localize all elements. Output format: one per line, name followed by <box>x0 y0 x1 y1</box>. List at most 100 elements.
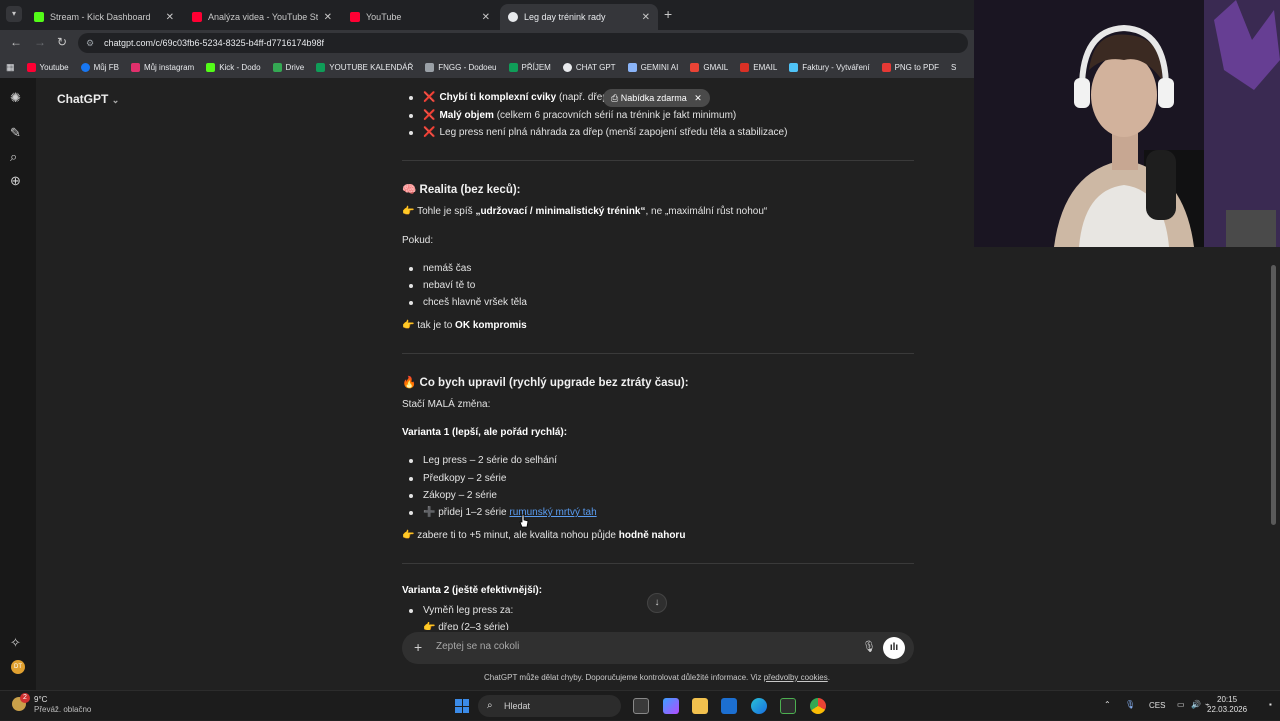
address-bar[interactable]: ⚙ chatgpt.com/c/69c03fb6-5234-8325-b4ff-… <box>78 33 968 53</box>
task-view-icon[interactable] <box>633 698 649 714</box>
bookmark-fb[interactable]: Můj FB <box>75 62 125 72</box>
bullet <box>409 459 413 463</box>
apps-grid-icon[interactable]: ▦ <box>0 62 21 73</box>
variant-title: Varianta 2 (ještě efektivnější): <box>402 585 543 596</box>
model-selector[interactable]: ChatGPT ⌄ <box>57 92 119 106</box>
invoice-icon <box>789 62 799 72</box>
list-item: ➕ přidej 1–2 série rumunský mrtvý tah <box>423 507 597 518</box>
bookmark-fngg[interactable]: FNGG - Dodoeu <box>419 62 502 72</box>
close-tab-icon[interactable]: ✕ <box>166 12 174 23</box>
attach-plus-icon[interactable]: + <box>414 639 422 655</box>
gemini-icon <box>627 62 637 72</box>
new-chat-icon[interactable]: ✎ <box>10 125 21 141</box>
bookmark-email[interactable]: EMAIL <box>734 62 783 72</box>
prompt-input[interactable] <box>436 641 836 652</box>
cookie-preferences-link[interactable]: předvolby cookies <box>764 673 828 682</box>
microphone-icon[interactable]: 🎙 <box>862 640 876 653</box>
facebook-icon <box>80 62 90 72</box>
close-icon[interactable]: ✕ <box>694 93 702 103</box>
copilot-icon[interactable] <box>663 698 679 714</box>
bookmark-kick[interactable]: Kick - Dodo <box>200 62 266 72</box>
terminal-icon[interactable] <box>780 698 796 714</box>
youtube-icon <box>26 62 36 72</box>
library-icon[interactable]: ⊕ <box>10 173 21 189</box>
streamer-figure <box>974 0 1280 247</box>
bookmark-faktury[interactable]: Faktury - Vytváření <box>783 62 875 72</box>
free-offer-pill[interactable]: ⎙ Nabídka zdarma ✕ <box>603 89 710 107</box>
outlook-icon[interactable] <box>721 698 737 714</box>
chevron-up-icon[interactable]: ⌃ <box>1104 700 1111 709</box>
openai-logo-icon[interactable]: ✺ <box>10 90 21 106</box>
bookmark-youtube[interactable]: Youtube <box>21 62 75 72</box>
list-item: Leg press – 2 série do selhání <box>423 455 557 466</box>
microphone-icon[interactable]: 🎙 <box>1125 700 1135 709</box>
list-item: chceš hlavně vršek těla <box>423 297 527 308</box>
section-heading-upgrade: 🔥 Co bych upravil (rychlý upgrade bez zt… <box>402 377 689 389</box>
pointing-hand-icon: 👉 <box>402 320 415 331</box>
tab-youtube-studio[interactable]: Analýza videa - YouTube Studio ✕ <box>184 4 340 30</box>
bookmark-prijem[interactable]: PŘÍJEM <box>503 62 557 72</box>
clock[interactable]: 20:15 22.03.2026 <box>1207 695 1247 715</box>
bookmark-instagram[interactable]: Můj instagram <box>125 62 200 72</box>
bookmarks-bar: ▦ Youtube Můj FB Můj instagram Kick - Do… <box>0 56 975 78</box>
bullet <box>409 131 413 135</box>
scrollbar[interactable] <box>1271 265 1276 525</box>
message-composer: + 🎙 ılı <box>402 632 914 664</box>
sparkle-icon[interactable]: ✧ <box>10 635 21 651</box>
list-item: nebaví tě to <box>423 280 476 291</box>
tab-kick-dashboard[interactable]: Stream - Kick Dashboard ✕ <box>26 4 182 30</box>
edge-icon[interactable] <box>751 698 767 714</box>
close-tab-icon[interactable]: ✕ <box>642 12 650 23</box>
tab-youtube[interactable]: YouTube ✕ <box>342 4 498 30</box>
bullet <box>409 494 413 498</box>
youtube-studio-favicon-icon <box>192 12 202 22</box>
network-icon[interactable]: ▭ <box>1177 700 1185 709</box>
new-tab-plus-icon[interactable]: + <box>664 6 672 22</box>
list-item: ❌ Malý objem (celkem 6 pracovních sérií n… <box>423 110 737 121</box>
bullet <box>409 267 413 271</box>
bookmark-gemini[interactable]: GEMINI AI <box>622 62 685 72</box>
voice-mode-button[interactable]: ılı <box>883 637 905 659</box>
bullet <box>409 511 413 515</box>
bullet <box>409 301 413 305</box>
list-item: Vyměň leg press za: <box>423 605 514 616</box>
pointing-hand-icon: 👉 <box>423 622 436 630</box>
bullet <box>409 609 413 613</box>
browser-toolbar: ← → ↻ ⚙ chatgpt.com/c/69c03fb6-5234-8325… <box>0 30 975 56</box>
close-tab-icon[interactable]: ✕ <box>324 12 332 23</box>
taskbar-search[interactable]: ⌕ Hledat <box>478 695 621 717</box>
search-icon[interactable]: ⌕ <box>10 149 17 165</box>
instagram-icon <box>130 62 140 72</box>
bookmark-gmail[interactable]: GMAIL <box>684 62 734 72</box>
bookmark-chatgpt[interactable]: CHAT GPT <box>557 62 622 72</box>
bullet <box>409 477 413 481</box>
list-item: ❌ Leg press není plná náhrada za dřep (me… <box>423 127 788 138</box>
avatar[interactable]: DT <box>11 660 25 674</box>
reload-icon[interactable]: ↻ <box>57 35 67 49</box>
chrome-icon[interactable] <box>810 698 826 714</box>
forward-arrow-icon[interactable]: → <box>34 35 46 49</box>
fire-icon: 🔥 <box>402 377 417 389</box>
back-arrow-icon[interactable]: ← <box>10 35 22 49</box>
paragraph: 👉 tak je to OK kompromis <box>402 320 527 331</box>
chatgpt-favicon-icon <box>508 12 518 22</box>
close-tab-icon[interactable]: ✕ <box>482 12 490 23</box>
hand-cursor-icon <box>519 514 529 528</box>
bookmark-png-pdf[interactable]: PNG to PDF <box>876 62 945 72</box>
site-info-icon[interactable]: ⚙ <box>86 33 94 53</box>
bookmark-yt-calendar[interactable]: YOUTUBE KALENDÁŘ <box>310 62 419 72</box>
file-explorer-icon[interactable] <box>692 698 708 714</box>
bookmark-s[interactable]: S <box>945 63 962 72</box>
volume-icon[interactable]: 🔊 <box>1191 700 1201 709</box>
language-indicator[interactable]: CES <box>1149 701 1165 710</box>
chatgpt-icon <box>562 62 572 72</box>
bookmark-drive[interactable]: Drive <box>267 62 311 72</box>
divider <box>402 563 914 564</box>
bullet <box>409 284 413 288</box>
scroll-to-bottom-button[interactable]: ↓ <box>647 593 667 613</box>
tab-search-chevron-icon[interactable]: ▾ <box>6 6 22 22</box>
notifications-icon[interactable]: ▪ <box>1269 700 1272 709</box>
windows-start-icon[interactable] <box>455 699 469 713</box>
tab-leg-day[interactable]: Leg day trénink rady ✕ <box>500 4 658 30</box>
pointing-hand-icon: 👉 <box>402 530 415 541</box>
